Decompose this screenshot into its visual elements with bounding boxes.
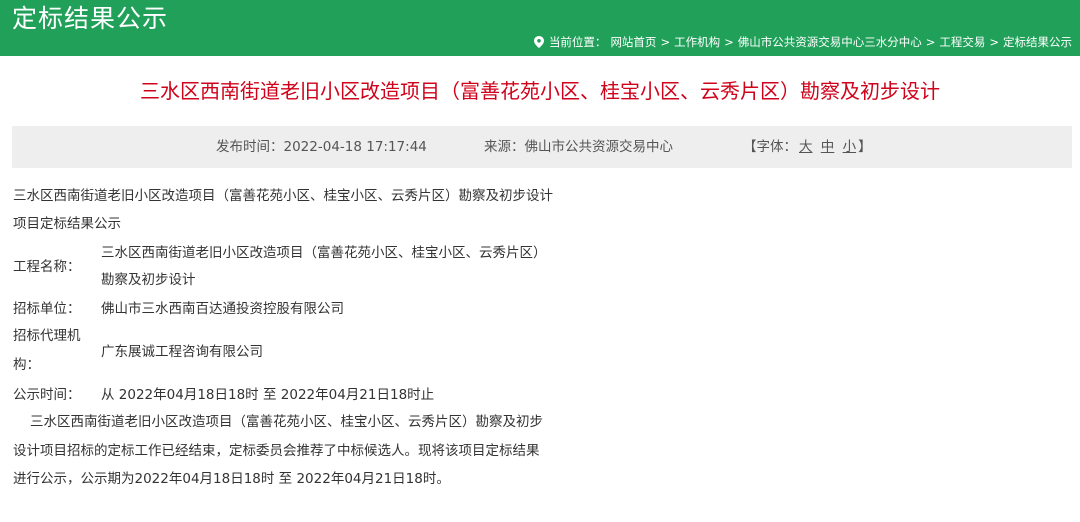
breadcrumb-separator: > bbox=[925, 35, 936, 49]
notice-time-label: 公示时间： bbox=[13, 387, 81, 403]
agency-label-line-2: 构： bbox=[13, 357, 40, 373]
site-header: 定标结果公示 当前位置： 网站首页 > 工作机构 > 佛山市公共资源交易中心三水… bbox=[0, 0, 1080, 56]
font-size-close: 】 bbox=[858, 139, 872, 155]
article-source: 来源：佛山市公共资源交易中心 bbox=[484, 139, 673, 155]
breadcrumb-engineering[interactable]: 工程交易 bbox=[939, 34, 985, 50]
paragraph-line-3: 进行公示，公示期为2022年04月18日18时 至 2022年04月21日18时… bbox=[13, 471, 450, 487]
tenderer-value: 佛山市三水西南百达通投资控股有限公司 bbox=[101, 301, 344, 317]
breadcrumb-award-notice[interactable]: 定标结果公示 bbox=[1003, 34, 1072, 50]
font-size-medium-link[interactable]: 中 bbox=[821, 139, 835, 155]
article-meta-bar: 发布时间：2022-04-18 17:17:44 来源：佛山市公共资源交易中心 … bbox=[12, 126, 1072, 168]
project-name-label: 工程名称： bbox=[13, 259, 81, 275]
notice-time-value: 从 2022年04月18日18时 至 2022年04月21日18时止 bbox=[101, 387, 435, 403]
breadcrumb-separator: > bbox=[724, 35, 734, 49]
font-size-open: 【字体： bbox=[743, 139, 797, 155]
article-title: 三水区西南街道老旧小区改造项目（富善花苑小区、桂宝小区、云秀片区）勘察及初步设计 bbox=[140, 79, 940, 103]
project-name-value-line-1: 三水区西南街道老旧小区改造项目（富善花苑小区、桂宝小区、云秀片区） bbox=[101, 245, 547, 261]
breadcrumb: 当前位置： 网站首页 > 工作机构 > 佛山市公共资源交易中心三水分中心 > 工… bbox=[533, 34, 1072, 50]
heading-line-1: 三水区西南街道老旧小区改造项目（富善花苑小区、桂宝小区、云秀片区）勘察及初步设计 bbox=[13, 188, 553, 204]
tenderer-label: 招标单位： bbox=[13, 301, 81, 317]
breadcrumb-prefix: 当前位置： bbox=[548, 35, 607, 49]
font-size-control: 【字体：大 中 小】 bbox=[743, 138, 872, 156]
breadcrumb-sanshui-center[interactable]: 佛山市公共资源交易中心三水分中心 bbox=[738, 34, 922, 50]
heading-line-2: 项目定标结果公示 bbox=[13, 216, 121, 232]
agency-value: 广东展诚工程咨询有限公司 bbox=[101, 344, 263, 360]
font-size-large-link[interactable]: 大 bbox=[799, 139, 813, 155]
breadcrumb-home[interactable]: 网站首页 bbox=[610, 34, 656, 50]
publish-time: 发布时间：2022-04-18 17:17:44 bbox=[216, 139, 427, 155]
agency-label-line-1: 招标代理机 bbox=[13, 328, 81, 344]
font-size-small-link[interactable]: 小 bbox=[843, 139, 857, 155]
breadcrumb-separator: > bbox=[989, 35, 999, 49]
project-name-value-line-2: 勘察及初步设计 bbox=[101, 272, 196, 288]
page-title: 定标结果公示 bbox=[12, 4, 169, 33]
location-pin-icon bbox=[533, 36, 544, 48]
paragraph-line-2: 设计项目招标的定标工作已经结束，定标委员会推荐了中标候选人。现将该项目定标结果 bbox=[13, 443, 540, 459]
breadcrumb-agencies[interactable]: 工作机构 bbox=[674, 34, 720, 50]
paragraph-line-1: 三水区西南街道老旧小区改造项目（富善花苑小区、桂宝小区、云秀片区）勘察及初步 bbox=[30, 414, 543, 430]
breadcrumb-separator: > bbox=[660, 35, 671, 49]
